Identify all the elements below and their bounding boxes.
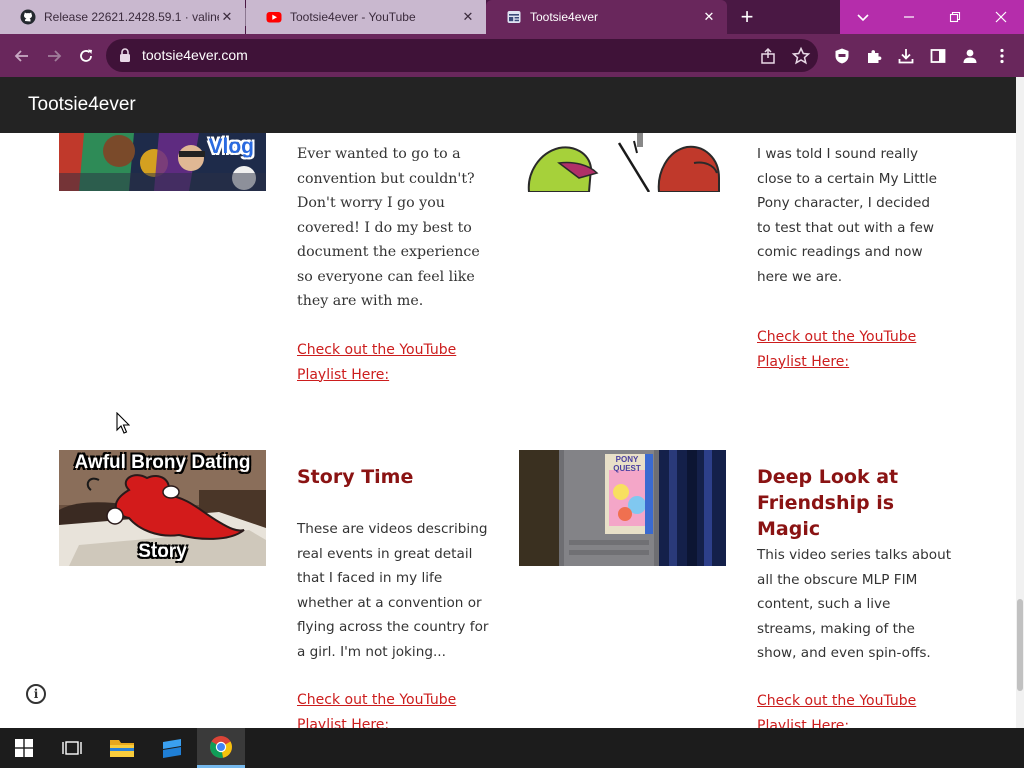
chrome-icon — [210, 735, 232, 758]
address-bar[interactable]: tootsie4ever.com — [106, 39, 818, 72]
back-button[interactable] — [8, 42, 36, 70]
side-panel-button[interactable] — [927, 45, 949, 67]
star-icon[interactable] — [791, 46, 811, 66]
vlog-description: Ever wanted to go to a convention but co… — [297, 146, 480, 309]
tab-strip: Release 22621.2428.59.1 · valine ✕ Toots… — [0, 0, 1024, 34]
story-thumbnail[interactable]: Awful Brony Dating Story — [59, 450, 266, 566]
vlog-thumbnail-text: Vlog — [208, 135, 255, 158]
minimize-button[interactable] — [886, 0, 932, 34]
restore-icon — [949, 11, 961, 23]
user-icon — [963, 49, 977, 63]
site-header: Tootsie4ever — [0, 77, 1016, 133]
close-icon[interactable]: ✕ — [219, 9, 235, 25]
story-playlist-link[interactable]: Check out the YouTube Playlist Here: — [297, 688, 467, 728]
deep-look-playlist-link[interactable]: Check out the YouTube Playlist Here: — [757, 689, 927, 728]
downloads-button[interactable] — [895, 45, 917, 67]
windows-taskbar — [0, 728, 1024, 768]
tab-search-button[interactable] — [840, 0, 886, 34]
site-title[interactable]: Tootsie4ever — [28, 94, 136, 116]
github-icon — [20, 9, 36, 25]
vlog-thumbnail[interactable]: Vlog — [59, 133, 266, 191]
tab-title: Release 22621.2428.59.1 · valine — [44, 10, 219, 24]
tab-github-release[interactable]: Release 22621.2428.59.1 · valine ✕ — [0, 0, 245, 34]
youtube-icon — [266, 12, 282, 23]
comic-description: I was told I sound really close to a cer… — [757, 146, 937, 285]
folder-icon — [110, 740, 134, 757]
chrome-button[interactable] — [197, 728, 245, 768]
deep-look-description: This video series talks about all the ob… — [757, 547, 952, 661]
windows-logo-icon — [15, 739, 33, 757]
story-thumbnail-subtitle: Story — [138, 541, 187, 562]
close-icon[interactable]: ✕ — [701, 9, 717, 25]
profile-button[interactable] — [959, 45, 981, 67]
lock-icon — [120, 48, 130, 62]
page-content: Vlog Ever wanted to go to a convention b… — [0, 133, 1016, 728]
close-icon — [995, 11, 1007, 23]
share-icon[interactable] — [758, 46, 778, 66]
story-description: These are videos describing real events … — [297, 521, 489, 660]
minimize-icon — [904, 16, 914, 18]
story-title: Story Time — [297, 466, 414, 488]
scrollbar-thumb[interactable] — [1017, 599, 1023, 691]
app-button[interactable] — [148, 728, 196, 768]
vlog-playlist-link[interactable]: Check out the YouTube Playlist Here: — [297, 338, 467, 387]
comic-playlist-link[interactable]: Check out the YouTube Playlist Here: — [757, 325, 927, 374]
deep-look-thumbnail[interactable]: PONY QUEST — [519, 450, 726, 566]
app-tile-icon — [163, 739, 181, 758]
extensions-button[interactable] — [863, 45, 885, 67]
mouse-cursor-icon — [116, 412, 130, 434]
shield-icon — [835, 48, 849, 64]
forward-button[interactable] — [40, 42, 68, 70]
close-window-button[interactable] — [978, 0, 1024, 34]
window-controls — [840, 0, 1024, 34]
deep-look-title: Deep Look at Friendship is Magic — [757, 466, 899, 540]
tab-tootsie4ever-active[interactable]: Tootsie4ever ✕ — [486, 0, 727, 34]
info-icon[interactable]: i — [26, 684, 46, 704]
arrow-left-icon — [14, 50, 28, 62]
comic-thumbnail[interactable] — [519, 133, 726, 192]
restore-button[interactable] — [932, 0, 978, 34]
reload-button[interactable] — [72, 42, 100, 70]
file-explorer-button[interactable] — [98, 728, 146, 768]
reload-icon — [80, 49, 92, 62]
plus-icon: + — [740, 4, 754, 29]
comic-thumbnail-image — [519, 133, 726, 192]
arrow-right-icon — [48, 50, 62, 62]
task-view-button[interactable] — [48, 728, 96, 768]
story-thumbnail-title: Awful Brony Dating — [74, 452, 251, 473]
chevron-down-icon — [857, 14, 869, 22]
url-text: tootsie4ever.com — [142, 47, 248, 63]
deep-look-cartridge-label: PONY QUEST — [613, 455, 641, 473]
start-button[interactable] — [0, 728, 48, 768]
page-scrollbar[interactable] — [1016, 77, 1024, 728]
task-view-icon — [62, 741, 82, 755]
download-icon — [898, 49, 914, 64]
tab-youtube[interactable]: Tootsie4ever - YouTube ✕ — [246, 0, 486, 34]
side-panel-icon — [930, 49, 946, 63]
tab-title: Tootsie4ever — [530, 10, 599, 24]
close-icon[interactable]: ✕ — [460, 9, 476, 25]
extension-shield-button[interactable] — [831, 45, 853, 67]
menu-button[interactable] — [991, 45, 1013, 67]
new-tab-button[interactable]: + — [733, 4, 761, 30]
more-vertical-icon — [1000, 48, 1004, 64]
tab-title: Tootsie4ever - YouTube — [290, 10, 416, 24]
site-favicon-icon — [507, 11, 521, 23]
puzzle-icon — [868, 50, 882, 63]
browser-toolbar: tootsie4ever.com — [0, 34, 1024, 77]
